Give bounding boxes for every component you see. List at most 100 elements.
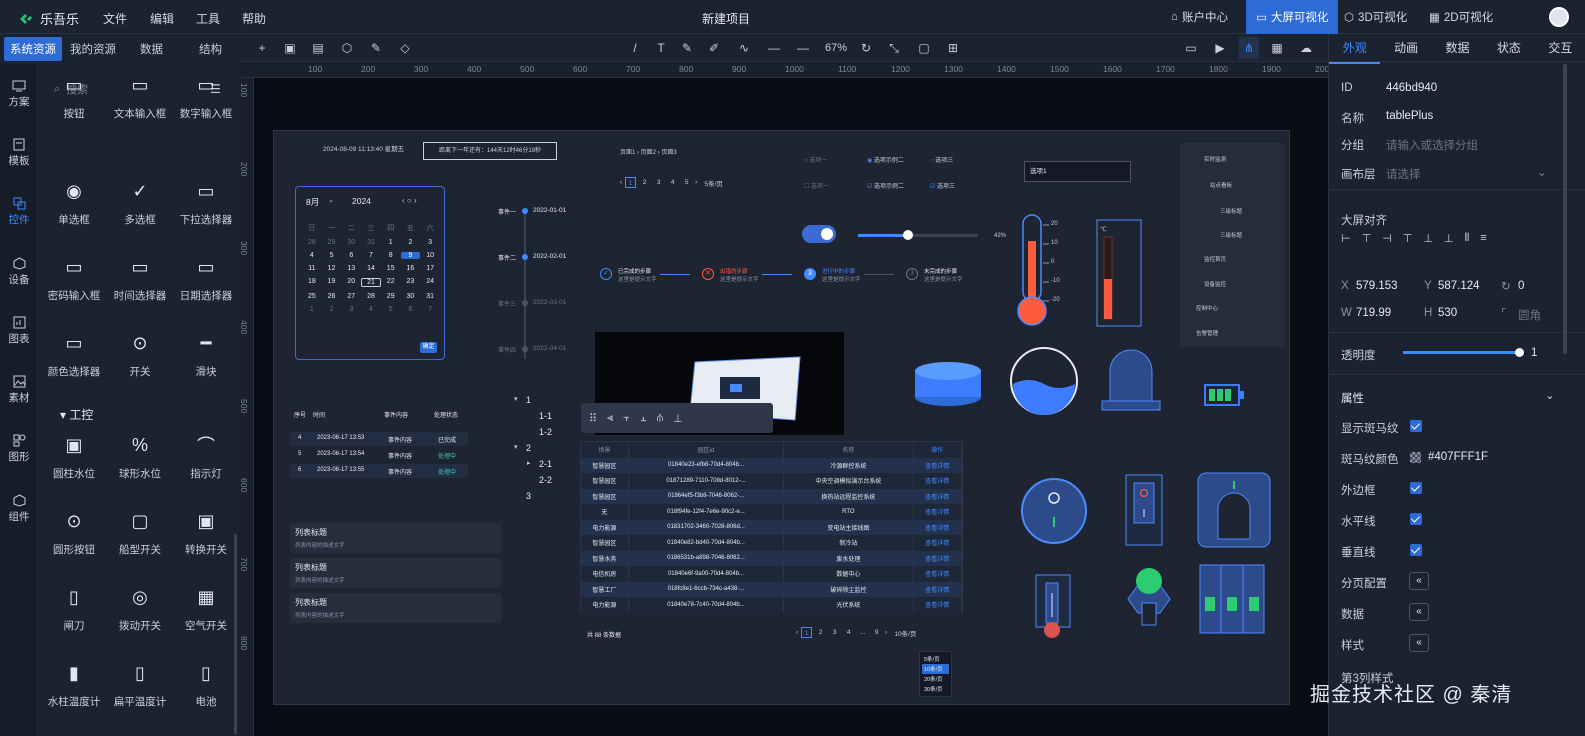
refresh-icon[interactable]: ↻ (858, 40, 874, 56)
table-cell[interactable]: 查看详情 (913, 473, 963, 489)
comp-10[interactable]: ⊙ 开关 (107, 326, 173, 379)
tree-node[interactable]: 1-2 (539, 427, 552, 437)
cube-icon[interactable]: ⬡ (339, 40, 355, 56)
checkbox-option[interactable]: ☑ 选项示例二 (867, 181, 904, 190)
checkbox-option[interactable]: ☐ 选项一 (804, 181, 829, 190)
table-cell[interactable]: 查看详情 (913, 581, 963, 597)
cal-day[interactable]: 15 (381, 265, 401, 272)
cal-day[interactable]: 11 (302, 265, 322, 272)
align-vcenter-icon[interactable]: ⊥ (1423, 232, 1433, 245)
page-number[interactable]: 9 (871, 627, 882, 638)
cal-day[interactable]: 22 (381, 278, 401, 287)
rail-components[interactable]: 组件 (0, 494, 38, 524)
zoom-level[interactable]: 67% (825, 42, 847, 54)
comp-8[interactable]: ▭ 日期选择器 (173, 250, 239, 303)
cal-day[interactable]: 29 (381, 293, 401, 300)
radio-option[interactable]: ○ 选项一 (804, 155, 827, 164)
align-top-icon[interactable]: ⫟ (623, 412, 630, 425)
cal-day[interactable]: 12 (322, 265, 342, 272)
page-size-option[interactable]: 30条/页 (922, 684, 949, 694)
props-scrollbar[interactable] (1563, 64, 1567, 354)
selection-toolbar[interactable]: ⠿ ⫷ ⫟ ⫠ ⫛ ⊥ (581, 403, 773, 433)
prop-checkbox[interactable] (1410, 544, 1422, 556)
rotation-input[interactable]: 0 (1518, 280, 1524, 292)
prev-icon[interactable]: ‹ (620, 179, 622, 186)
cal-day[interactable]: 10 (420, 252, 440, 259)
page-number[interactable]: 2 (815, 627, 826, 638)
comp-industrial-7[interactable]: ◎ 拨动开关 (107, 580, 173, 633)
cal-day[interactable]: 25 (302, 293, 322, 300)
line-tool-icon[interactable]: / (627, 40, 643, 56)
prop-expand-button[interactable]: « (1409, 572, 1429, 590)
comp-7[interactable]: ▭ 时间选择器 (107, 250, 173, 303)
tree-node[interactable]: 2-2 (539, 475, 552, 485)
cal-day[interactable]: 7 (361, 252, 381, 259)
prop-checkbox[interactable] (1410, 513, 1422, 525)
pagination-small[interactable]: ‹ 1 2 3 4 5 › 5条/页 (620, 177, 723, 188)
new-page-icon[interactable]: ▤ (310, 40, 326, 56)
toggle-switch[interactable] (802, 225, 836, 243)
comp-2[interactable]: ▭ 数字输入框 (173, 68, 239, 121)
calendar-widget[interactable]: 8月 ⌄ 2024 ‹ ○ › 日一二三四五六 28 29 30 31 1 2 3 4 5 6 7 8 9… (295, 186, 445, 360)
frame-icon[interactable]: ▢ (916, 40, 932, 56)
comp-industrial-0[interactable]: ▣ 圆柱水位 (41, 428, 107, 481)
cal-day[interactable]: 3 (420, 239, 440, 246)
line-style-icon[interactable]: — (766, 40, 782, 56)
page-size-dropdown[interactable]: 5条/页 10条/页 20条/页 30条/页 (919, 651, 952, 697)
tab-my-resources[interactable]: 我的资源 (64, 37, 122, 61)
cal-day[interactable]: 6 (401, 306, 421, 313)
table-cell[interactable]: 查看详情 (913, 519, 963, 535)
cal-year[interactable]: 2024 (352, 196, 371, 206)
y-input[interactable]: 587.124 (1438, 280, 1480, 292)
table-cell[interactable]: 查看详情 (913, 488, 963, 504)
tab-state[interactable]: 状态 (1483, 39, 1534, 56)
table-cell[interactable]: 查看详情 (913, 597, 963, 613)
calendar-grid[interactable]: 日一二三四五六 28 29 30 31 1 2 3 4 5 6 7 8 9 10 11 12 13 14 15 16 17… (302, 223, 440, 313)
qrcode-icon[interactable]: ▦ (1269, 40, 1285, 56)
opacity-value[interactable]: 1 (1531, 347, 1537, 359)
app-logo[interactable]: 乐吾乐 (18, 9, 79, 28)
align-top-icon[interactable]: ⊤ (1403, 232, 1413, 245)
tree-menu-item[interactable]: 监控首页 (1204, 255, 1226, 263)
distribute-icon[interactable]: ⫛ (657, 412, 664, 425)
rail-shapes[interactable]: 图形 (0, 434, 38, 464)
radio-option[interactable]: ◉ 选项示例二 (867, 155, 904, 164)
comp-1[interactable]: ▭ 文本输入框 (107, 68, 173, 121)
page-number[interactable]: 3 (829, 627, 840, 638)
cal-day[interactable]: 16 (401, 265, 421, 272)
page-number[interactable]: 1 (625, 177, 637, 188)
menu-tools[interactable]: 工具 (196, 10, 220, 27)
cal-month[interactable]: 8月 (306, 196, 319, 208)
table-cell[interactable]: 查看详情 (913, 535, 963, 551)
tab-structure[interactable]: 结构 (193, 37, 228, 61)
prev-icon[interactable]: ‹ (796, 629, 798, 636)
align-left-icon[interactable]: ⫷ (607, 412, 613, 425)
page-number[interactable]: 4 (667, 177, 678, 188)
brush-icon[interactable]: ✎ (368, 40, 384, 56)
table-row[interactable]: 电信机房 01840e6f-9a00-70d4-804b... 数据中心 查看详情 (581, 566, 963, 582)
text-tool-icon[interactable]: T (653, 40, 669, 56)
cal-day[interactable]: 20 (341, 278, 361, 287)
cal-day[interactable]: 31 (361, 239, 381, 246)
tree-menu-item[interactable]: 三级标题 (1220, 231, 1242, 239)
cal-day[interactable]: 28 (361, 293, 381, 300)
rail-materials[interactable]: 素材 (0, 375, 38, 405)
table-row[interactable]: 智慧水务 0186531b-a898-7046-8062... 废水处理 查看详情 (581, 550, 963, 566)
prop-expand-button[interactable]: « (1409, 603, 1429, 621)
nav-dashboard[interactable]: ▭ 大屏可视化 (1246, 0, 1339, 34)
tree-node[interactable]: 1-1 (539, 411, 552, 421)
cal-day[interactable]: 7 (420, 306, 440, 313)
cal-day[interactable]: 24 (420, 278, 440, 287)
cal-nav-icons[interactable]: ‹ ○ › (402, 196, 417, 205)
tree-menu-item[interactable]: 告警管理 (1196, 329, 1218, 337)
cal-day[interactable]: 17 (420, 265, 440, 272)
share-icon[interactable]: ⋔ (1239, 37, 1259, 59)
comp-industrial-1[interactable]: % 球形水位 (107, 428, 173, 481)
page-size-select[interactable]: 10条/页 (894, 628, 916, 638)
comp-industrial-10[interactable]: ▯ 扁平温度计 (107, 656, 173, 709)
cal-day[interactable]: 13 (341, 265, 361, 272)
cal-day[interactable]: 1 (381, 239, 401, 246)
comp-5[interactable]: ▭ 下拉选择器 (173, 174, 239, 227)
prop-checkbox[interactable] (1410, 482, 1422, 494)
prop-color-value[interactable]: #407FFF1F (1428, 451, 1488, 463)
